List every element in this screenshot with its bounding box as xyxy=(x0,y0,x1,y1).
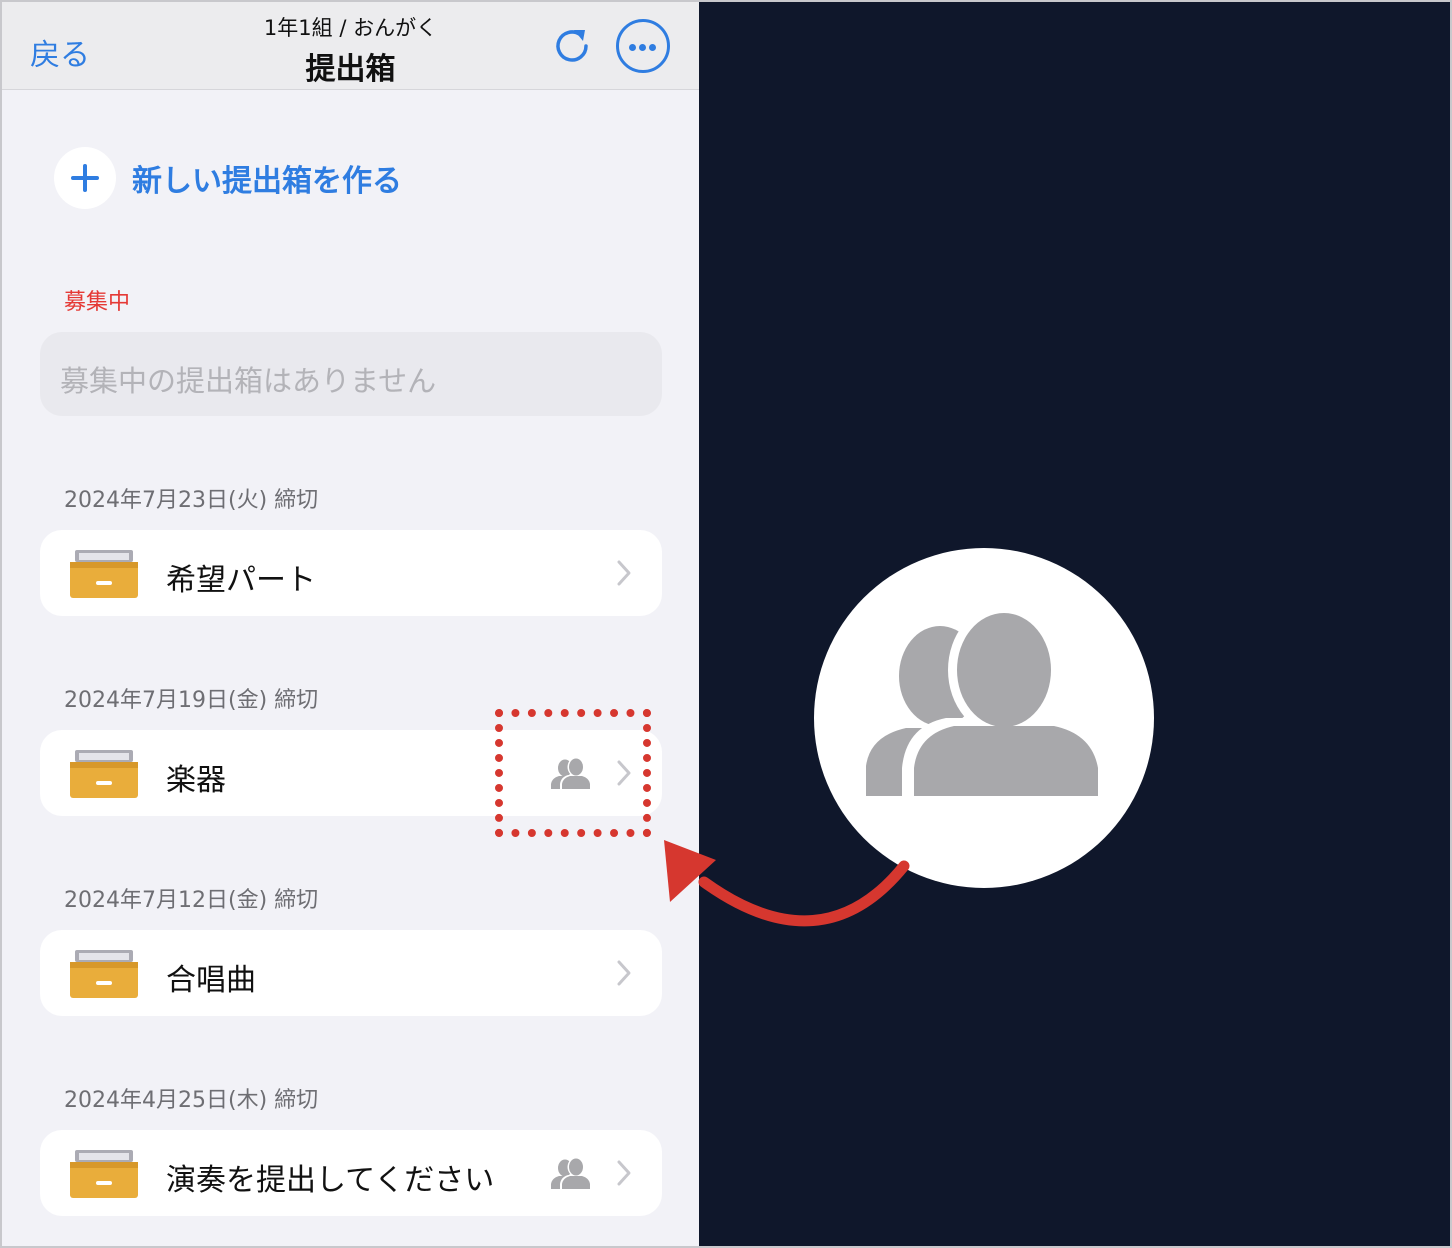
drawer-icon xyxy=(70,750,138,798)
chevron-right-icon xyxy=(617,960,631,986)
more-icon[interactable] xyxy=(616,19,670,73)
class-subtitle: 1年1組 / おんがく xyxy=(263,16,438,40)
submission-box-title: 演奏を提出してください xyxy=(166,1163,495,1198)
submission-box-row[interactable]: 希望パート xyxy=(40,530,662,616)
submission-box-row[interactable]: 合唱曲 xyxy=(40,930,662,1016)
submission-box-title: 希望パート xyxy=(166,563,316,598)
open-section-header: 募集中 xyxy=(64,290,131,315)
deadline-label: 2024年7月19日(金) 締切 xyxy=(64,688,319,713)
deadline-label: 2024年7月12日(金) 締切 xyxy=(64,888,319,913)
submission-box-title: 合唱曲 xyxy=(166,963,256,998)
submission-box-panel: 戻る 1年1組 / おんがく 提出箱 新しい提出箱を作る 募集中 募集中の提出箱… xyxy=(2,2,699,1246)
deadline-label: 2024年4月25日(木) 締切 xyxy=(64,1088,319,1113)
navigation-bar: 戻る 1年1組 / おんがく 提出箱 xyxy=(2,2,699,90)
chevron-right-icon xyxy=(617,1160,631,1186)
people-icon xyxy=(551,1158,592,1190)
drawer-icon xyxy=(70,1150,138,1198)
empty-open-section: 募集中の提出箱はありません xyxy=(40,332,662,416)
new-submission-box-button[interactable]: 新しい提出箱を作る xyxy=(54,146,402,210)
drawer-icon xyxy=(70,550,138,598)
deadline-label: 2024年7月23日(火) 締切 xyxy=(64,488,319,513)
annotation-highlight-box xyxy=(495,709,651,837)
submission-box-title: 楽器 xyxy=(166,763,226,798)
page-title: 提出箱 xyxy=(305,52,396,87)
drawer-icon xyxy=(70,950,138,998)
empty-open-text: 募集中の提出箱はありません xyxy=(60,364,437,398)
reload-icon[interactable] xyxy=(550,24,594,68)
zoomed-people-icon xyxy=(814,548,1154,888)
new-submission-box-label: 新しい提出箱を作る xyxy=(132,164,402,199)
screenshot-frame: 戻る 1年1組 / おんがく 提出箱 新しい提出箱を作る 募集中 募集中の提出箱… xyxy=(0,0,1452,1248)
submission-box-row[interactable]: 演奏を提出してください xyxy=(40,1130,662,1216)
chevron-right-icon xyxy=(617,560,631,586)
plus-icon xyxy=(54,147,116,209)
